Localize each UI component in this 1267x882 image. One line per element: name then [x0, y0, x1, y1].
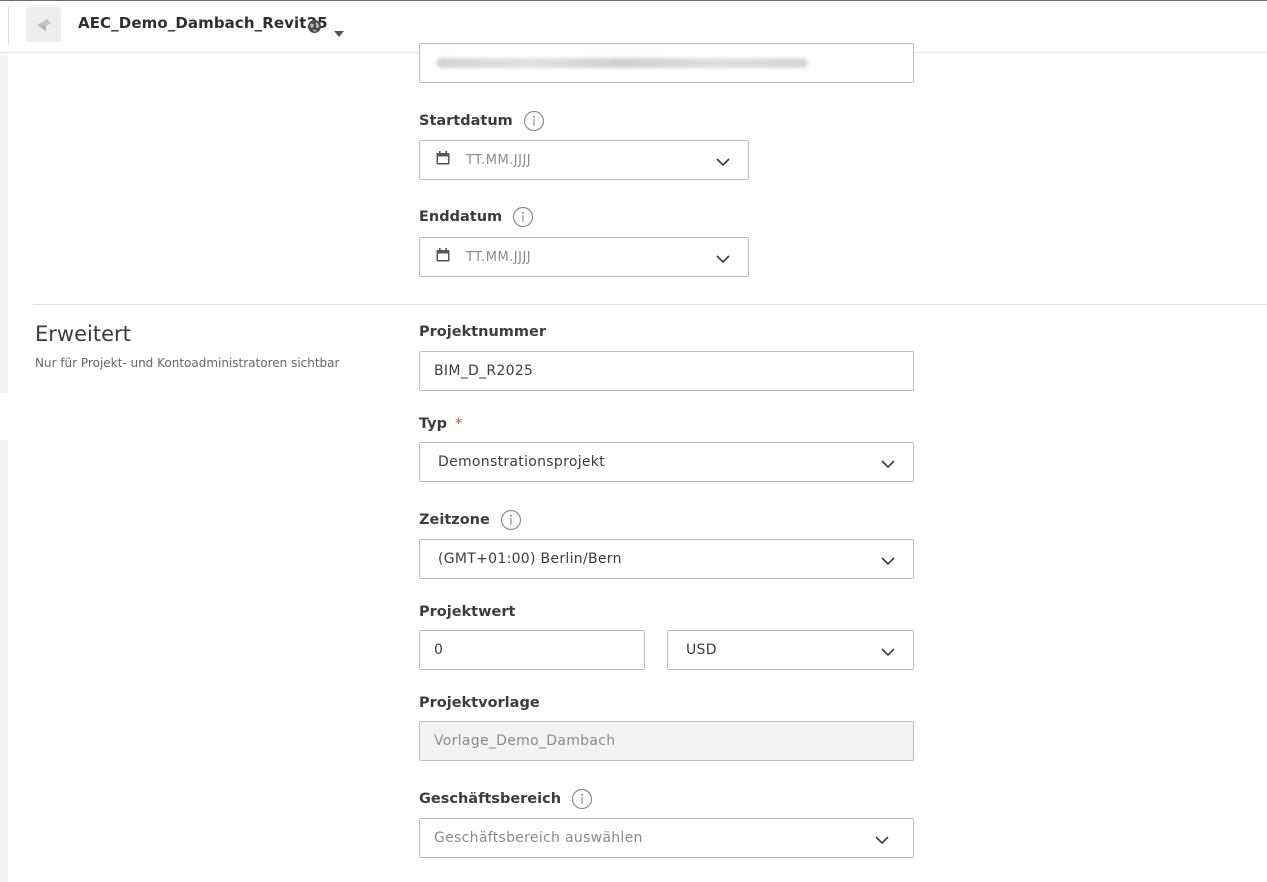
start-date-picker[interactable]: TT.MM.JJJJ [419, 140, 749, 180]
address-field[interactable] [419, 43, 914, 83]
calendar-icon [436, 248, 450, 266]
project-name[interactable]: AEC_Demo_Dambach_Revit25 [78, 14, 328, 32]
topbar-divider [8, 7, 9, 45]
info-icon[interactable] [500, 509, 522, 531]
project-value-amount: 0 [434, 642, 444, 658]
type-label-text: Typ [419, 416, 448, 432]
template-value: Vorlage_Demo_Dambach [434, 733, 616, 749]
timezone-label-text: Zeitzone [419, 512, 490, 528]
start-date-label-text: Startdatum [419, 113, 513, 129]
template-label: Projektvorlage [419, 695, 540, 711]
type-value: Demonstrationsprojekt [438, 454, 605, 470]
calendar-icon [436, 151, 450, 169]
end-date-label: Enddatum [419, 206, 534, 228]
type-label: Typ * [419, 416, 462, 432]
business-unit-placeholder: Geschäftsbereich auswählen [434, 830, 643, 846]
template-field: Vorlage_Demo_Dambach [419, 721, 914, 761]
info-icon[interactable] [571, 788, 593, 810]
end-date-placeholder: TT.MM.JJJJ [466, 249, 532, 265]
type-select[interactable]: Demonstrationsprojekt [419, 442, 914, 482]
project-logo-icon[interactable] [26, 7, 61, 42]
business-unit-select[interactable]: Geschäftsbereich auswählen [419, 818, 914, 858]
business-unit-label-text: Geschäftsbereich [419, 791, 562, 807]
project-number-label-text: Projektnummer [419, 324, 546, 340]
currency-value: USD [686, 642, 717, 658]
chevron-down-icon[interactable] [875, 833, 889, 849]
end-date-label-text: Enddatum [419, 209, 503, 225]
caret-down-icon[interactable] [334, 22, 344, 41]
side-strip [0, 440, 8, 882]
currency-select[interactable]: USD [667, 630, 914, 670]
required-marker: * [455, 416, 463, 432]
section-subtitle: Nur für Projekt- und Kontoadministratore… [35, 356, 340, 370]
section-title: Erweitert [35, 322, 131, 346]
address-value-obscured [436, 58, 808, 68]
info-icon[interactable] [523, 110, 545, 132]
project-value-label: Projektwert [419, 604, 515, 620]
project-number-label: Projektnummer [419, 324, 546, 340]
start-date-label: Startdatum [419, 110, 545, 132]
template-label-text: Projektvorlage [419, 695, 540, 711]
project-number-value: BIM_D_R2025 [434, 363, 534, 379]
end-date-picker[interactable]: TT.MM.JJJJ [419, 237, 749, 277]
chevron-down-icon[interactable] [881, 457, 895, 473]
project-value-label-text: Projektwert [419, 604, 516, 620]
start-date-placeholder: TT.MM.JJJJ [466, 152, 532, 168]
project-number-input[interactable]: BIM_D_R2025 [419, 351, 914, 391]
timezone-label: Zeitzone [419, 509, 522, 531]
timezone-value: (GMT+01:00) Berlin/Bern [438, 551, 622, 567]
info-icon[interactable] [512, 206, 534, 228]
section-divider [33, 304, 1267, 305]
chevron-down-icon[interactable] [716, 155, 730, 171]
chevron-down-icon[interactable] [716, 252, 730, 268]
chevron-down-icon[interactable] [881, 645, 895, 661]
globe-icon [307, 19, 322, 38]
chevron-down-icon[interactable] [881, 554, 895, 570]
project-value-input[interactable]: 0 [419, 630, 645, 670]
business-unit-label: Geschäftsbereich [419, 788, 593, 810]
timezone-select[interactable]: (GMT+01:00) Berlin/Bern [419, 539, 914, 579]
side-strip [0, 53, 8, 393]
